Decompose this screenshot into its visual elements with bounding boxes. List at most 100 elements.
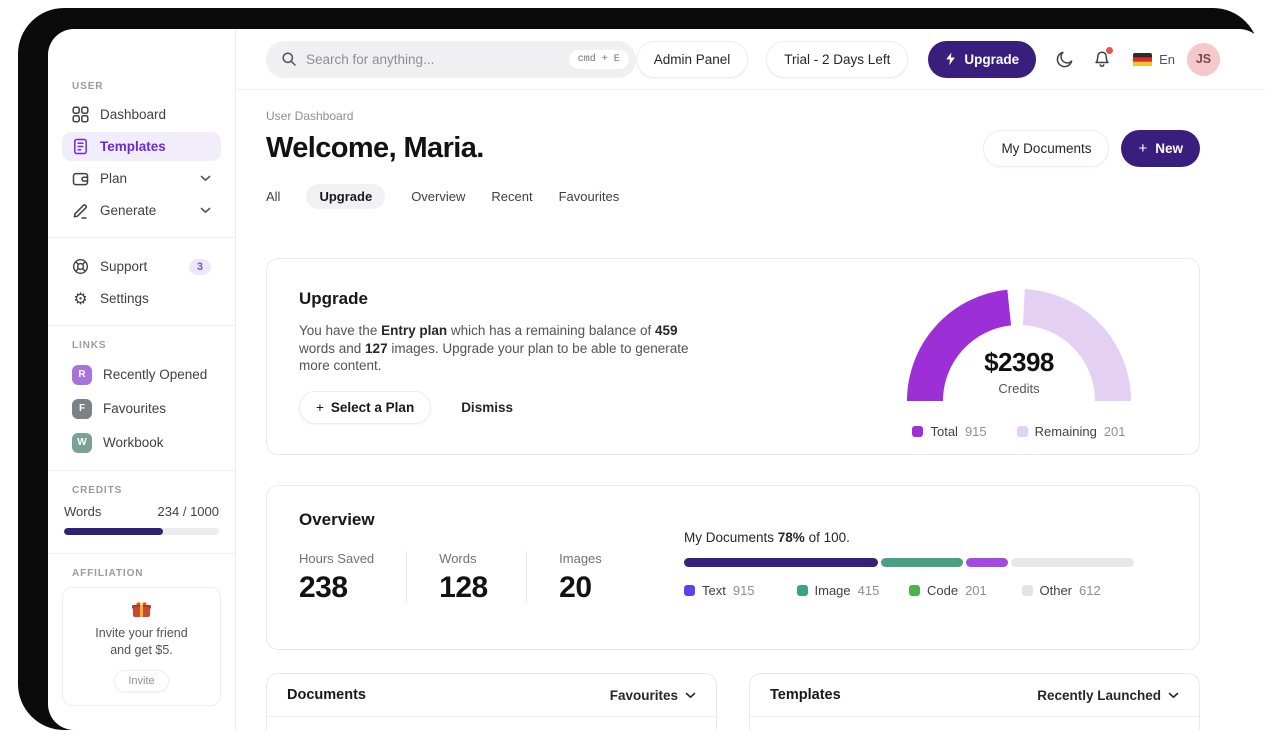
search-input[interactable]: Search for anything... cmd + E (266, 40, 636, 78)
lifebuoy-icon (72, 258, 89, 275)
templates-card: Templates Recently Launched Blog Post Ti… (749, 673, 1200, 730)
templates-filter-dropdown[interactable]: Recently Launched (1037, 688, 1179, 703)
gauge-value: $2398 (984, 347, 1054, 377)
upgrade-button[interactable]: Upgrade (928, 40, 1037, 78)
sidebar-link-workbook[interactable]: W Workbook (62, 427, 221, 458)
document-list-item[interactable]: Untitled Document in Workbook (267, 717, 716, 730)
tab-recent[interactable]: Recent (491, 184, 532, 209)
affiliation-text: Invite your friend and get $5. (95, 626, 188, 657)
sidebar-item-generate[interactable]: Generate (62, 196, 221, 225)
sidebar-item-support[interactable]: Support 3 (62, 252, 221, 281)
plus-icon: + (1138, 140, 1148, 157)
sidebar-item-label: Generate (100, 203, 157, 218)
sidebar-link-label: Favourites (103, 401, 167, 416)
topbar-right: Admin Panel Trial - 2 Days Left Upgrade (635, 40, 1220, 78)
search-placeholder: Search for anything... (306, 51, 435, 67)
legend-swatch (1021, 585, 1033, 596)
bar-legend: Text 915 Image 415 Code 201 Other 612 (684, 583, 1134, 598)
link-initial-badge: R (72, 364, 92, 385)
plus-icon: + (316, 399, 324, 415)
legend-swatch (684, 585, 695, 596)
notification-dot (1106, 46, 1114, 54)
legend-swatch (912, 426, 924, 437)
sidebar-link-label: Workbook (103, 435, 164, 450)
sidebar-item-label: Dashboard (100, 107, 167, 122)
page-title: Welcome, Maria. (266, 132, 484, 164)
documents-filter-dropdown[interactable]: Favourites (610, 688, 696, 703)
credits-progress-fill (64, 528, 164, 535)
legend-item-code: Code 201 (909, 583, 1022, 598)
sidebar-item-plan[interactable]: Plan (62, 164, 221, 193)
search-icon (280, 51, 297, 67)
trial-status-badge[interactable]: Trial - 2 Days Left (766, 40, 909, 78)
template-list-item[interactable]: Blog Post Title in Workbook (750, 717, 1199, 730)
invite-button[interactable]: Invite (114, 670, 169, 692)
grid-icon (72, 106, 89, 123)
select-plan-button[interactable]: + Select a Plan (299, 390, 432, 424)
sidebar-section-credits: CREDITS (72, 485, 123, 496)
sidebar-link-label: Recently Opened (103, 367, 208, 382)
app-window: USER Dashboard Templates Plan Generate S… (48, 29, 1265, 730)
sidebar-link-favourites[interactable]: F Favourites (62, 393, 221, 424)
document-icon (72, 138, 89, 155)
content: User Dashboard Welcome, Maria. My Docume… (236, 90, 1265, 730)
gauge-legend: Total 915 Remaining 201 (903, 424, 1135, 439)
device-bezel: USER Dashboard Templates Plan Generate S… (18, 8, 1265, 730)
tab-upgrade[interactable]: Upgrade (306, 184, 386, 209)
legend-swatch (796, 585, 808, 596)
dark-mode-toggle[interactable] (1055, 49, 1075, 69)
tab-all[interactable]: All (266, 184, 280, 209)
language-selector[interactable] (1133, 52, 1153, 66)
tab-overview[interactable]: Overview (411, 184, 465, 209)
tabs: All Upgrade Overview Recent Favourites (266, 184, 1200, 209)
lightning-icon (945, 52, 956, 66)
sidebar-section-links: LINKS (72, 340, 107, 351)
wallet-icon (72, 170, 89, 187)
affiliation-card: Invite your friend and get $5. Invite (62, 587, 221, 706)
gauge-center: $2398 Credits (903, 347, 1135, 396)
documents-progress-title: My Documents 78% of 100. (684, 530, 850, 545)
my-documents-button[interactable]: My Documents (983, 130, 1110, 167)
language-label[interactable]: En (1159, 52, 1175, 67)
support-count-badge: 3 (188, 258, 211, 275)
topbar: Search for anything... cmd + E Admin Pan… (236, 29, 1265, 90)
admin-panel-button[interactable]: Admin Panel (635, 40, 749, 78)
main-area: Search for anything... cmd + E Admin Pan… (236, 29, 1265, 730)
sidebar-item-settings[interactable]: ⚙ Settings (62, 284, 221, 313)
documents-progress-chart: My Documents 78% of 100. Text 915 Image … (684, 530, 1134, 598)
stat-words: Words 128 (439, 551, 528, 605)
sidebar-item-dashboard[interactable]: Dashboard (62, 100, 221, 129)
legend-item-remaining: Remaining 201 (1016, 424, 1126, 439)
sidebar-item-label: Templates (100, 139, 166, 154)
sidebar-item-label: Support (100, 259, 148, 274)
legend-swatch (1016, 426, 1028, 437)
stat-images: Images 20 (559, 551, 602, 604)
credits-gauge-chart: $2398 Credits Total 915 Remaining 201 (903, 285, 1135, 439)
moon-icon (1055, 49, 1075, 69)
sidebar-link-recently-opened[interactable]: R Recently Opened (62, 359, 221, 390)
sidebar-item-label: Plan (100, 171, 128, 186)
templates-card-title: Templates (770, 687, 841, 703)
legend-swatch (909, 585, 920, 596)
tab-favourites[interactable]: Favourites (559, 184, 620, 209)
gift-icon (132, 602, 151, 617)
overview-card-title: Overview (299, 510, 375, 529)
bottom-cards: Documents Favourites Untitled Document i… (266, 673, 1200, 730)
gear-icon: ⚙ (73, 289, 88, 308)
sidebar-item-label: Settings (100, 291, 149, 306)
divider (48, 553, 235, 554)
overview-card: Overview Hours Saved 238 Words 128 Image… (266, 485, 1200, 650)
user-avatar[interactable]: JS (1187, 42, 1220, 76)
bar-segment-image (881, 558, 963, 567)
sidebar-item-templates[interactable]: Templates (62, 132, 221, 161)
dismiss-button[interactable]: Dismiss (461, 400, 513, 415)
chevron-down-icon (200, 175, 211, 182)
sidebar-section-affiliation: AFFILIATION (72, 568, 144, 579)
chevron-down-icon (200, 207, 211, 214)
chevron-down-icon (1168, 692, 1179, 699)
notifications-button[interactable] (1093, 46, 1114, 69)
new-button[interactable]: + New (1121, 130, 1200, 167)
divider (48, 470, 235, 471)
documents-card-title: Documents (287, 687, 366, 703)
divider (48, 237, 235, 238)
